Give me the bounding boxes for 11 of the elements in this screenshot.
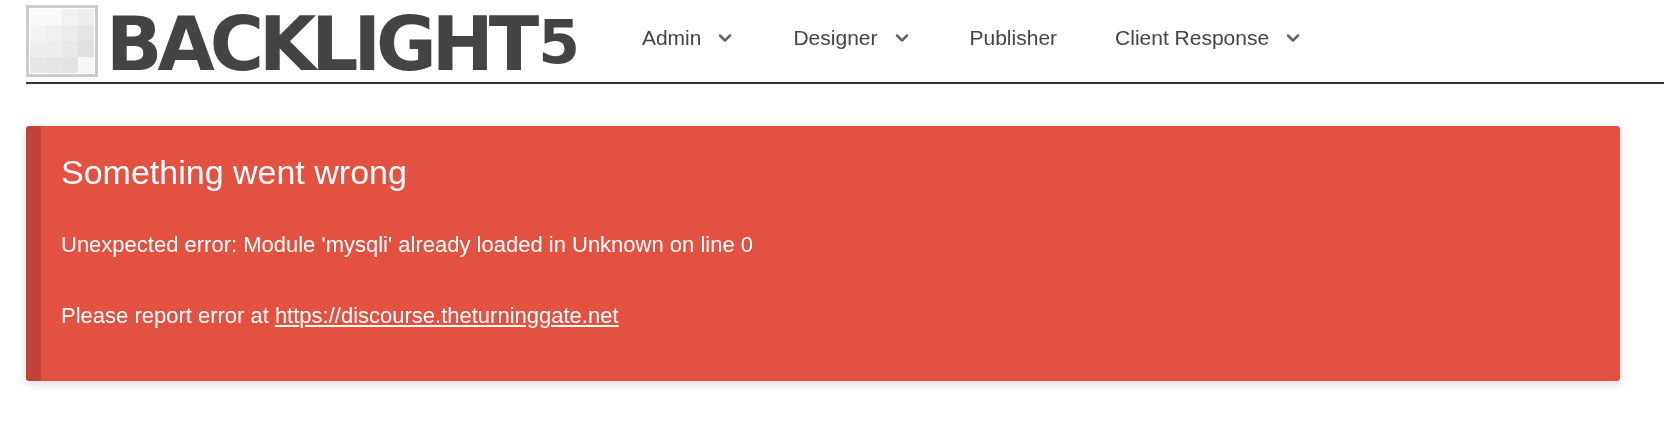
nav-menu-item[interactable]: Client Response xyxy=(1105,22,1314,54)
alert-title: Something went wrong xyxy=(61,152,408,192)
logo-icon xyxy=(26,5,98,77)
logo-wordmark: BACKLIGHT xyxy=(106,11,535,77)
nav-menu-item[interactable]: Admin xyxy=(631,22,746,54)
error-message: Unexpected error: Module 'mysqli' already loaded in Unknown on line 0 xyxy=(61,231,754,259)
report-link[interactable]: https://discourse.theturninggate.net xyxy=(274,299,619,332)
nav-menu-item[interactable]: Designer xyxy=(783,22,922,54)
nav-menu-item[interactable]: Publisher xyxy=(959,22,1068,54)
report-text: Please report error at xyxy=(61,302,269,330)
logo-version: 5 xyxy=(538,13,580,71)
